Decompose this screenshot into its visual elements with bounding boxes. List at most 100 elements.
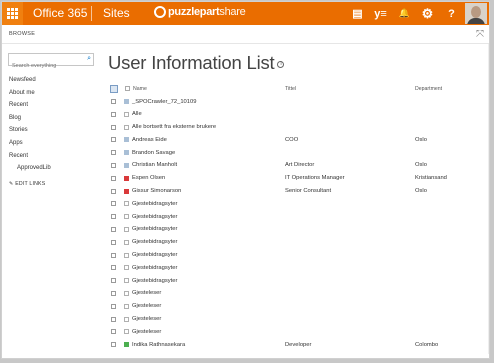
column-header-department[interactable]: Department bbox=[415, 86, 442, 92]
row-checkbox[interactable] bbox=[111, 99, 116, 104]
logo-swirl-icon bbox=[154, 6, 166, 18]
cell-name[interactable]: Brandon Savage bbox=[132, 150, 175, 156]
table-row[interactable]: Andreas Eide COO Oslo bbox=[110, 134, 489, 147]
focus-on-content-icon[interactable]: ⤧ bbox=[476, 29, 484, 40]
user-avatar[interactable] bbox=[465, 3, 487, 24]
column-header-title[interactable]: Tittel bbox=[285, 86, 296, 92]
page-title: User Information List i bbox=[108, 52, 285, 74]
sites-link[interactable]: Sites bbox=[103, 6, 130, 20]
row-checkbox[interactable] bbox=[111, 162, 116, 168]
yammer-icon[interactable]: y≡ bbox=[369, 2, 392, 25]
row-checkbox[interactable] bbox=[111, 265, 116, 271]
table-row[interactable]: Gjesteleser bbox=[110, 288, 489, 301]
table-row[interactable]: Brandon Savage bbox=[110, 147, 489, 160]
cell-name[interactable]: Alle bortsett fra eksterne brukere bbox=[132, 124, 216, 130]
cell-name[interactable]: Gjesteleser bbox=[132, 290, 161, 296]
cell-name[interactable]: Espen Olsen bbox=[132, 175, 165, 181]
cell-name[interactable]: Gjesteleser bbox=[132, 329, 161, 335]
row-checkbox[interactable] bbox=[111, 226, 116, 232]
cell-name[interactable]: Gjesteleser bbox=[132, 303, 161, 309]
nav-item-recent-2[interactable]: Recent bbox=[9, 150, 51, 163]
help-icon[interactable]: ? bbox=[440, 2, 463, 25]
table-row[interactable]: Gjestebidragsyter bbox=[110, 275, 489, 288]
row-checkbox[interactable] bbox=[111, 239, 116, 245]
row-checkbox[interactable] bbox=[111, 329, 116, 335]
row-checkbox[interactable] bbox=[111, 290, 116, 296]
search-input[interactable] bbox=[9, 60, 81, 72]
table-row[interactable]: Espen Olsen IT Operations Manager Kristian… bbox=[110, 173, 489, 186]
row-checkbox[interactable] bbox=[111, 278, 116, 284]
cell-name[interactable]: Gjestebidragsyter bbox=[132, 239, 177, 245]
table-row[interactable]: Gissur Simonarson Senior Consultant Oslo bbox=[110, 186, 489, 199]
table-row[interactable]: Gjesteleser bbox=[110, 314, 489, 327]
quick-launch: Newsfeed About me Recent Blog Stories Ap… bbox=[9, 74, 51, 175]
nav-item-approvedlib[interactable]: ApprovedLib bbox=[9, 162, 51, 175]
edit-links-button[interactable]: ✎ EDIT LINKS bbox=[9, 181, 45, 187]
table-row[interactable]: Gjestebidragsyter bbox=[110, 198, 489, 211]
row-checkbox[interactable] bbox=[111, 150, 116, 156]
cell-name[interactable]: Christian Manholt bbox=[132, 162, 177, 168]
table-row[interactable]: Christian Manholt Art Director Oslo bbox=[110, 160, 489, 173]
row-checkbox[interactable] bbox=[111, 188, 116, 194]
row-checkbox[interactable] bbox=[111, 124, 116, 130]
cell-name[interactable]: Gjestebidragsyter bbox=[132, 252, 177, 258]
user-picture-icon bbox=[124, 175, 129, 181]
row-checkbox[interactable] bbox=[111, 175, 116, 181]
tenant-logo[interactable]: puzzlepart share bbox=[154, 6, 246, 18]
cell-name[interactable]: Alle bbox=[132, 111, 142, 117]
cell-name[interactable]: Andreas Eide bbox=[132, 137, 167, 143]
row-checkbox[interactable] bbox=[111, 316, 116, 322]
cell-name[interactable]: Gjestebidragsyter bbox=[132, 201, 177, 207]
nav-item-about-me[interactable]: About me bbox=[9, 87, 51, 100]
search-icon[interactable]: ⌕ bbox=[87, 55, 91, 63]
user-picture-icon bbox=[124, 201, 129, 207]
cell-name[interactable]: Gjestebidragsyter bbox=[132, 278, 177, 284]
cell-name[interactable]: Gissur Simonarson bbox=[132, 188, 181, 194]
table-row[interactable]: _SPOCrawler_72_10109 bbox=[110, 96, 489, 109]
pencil-icon: ✎ bbox=[9, 181, 14, 187]
info-icon[interactable]: i bbox=[277, 60, 285, 68]
row-checkbox[interactable] bbox=[111, 111, 116, 117]
nav-item-stories[interactable]: Stories bbox=[9, 124, 51, 137]
table-row[interactable]: Gjestebidragsyter bbox=[110, 224, 489, 237]
row-checkbox[interactable] bbox=[111, 342, 116, 348]
row-checkbox[interactable] bbox=[111, 137, 116, 143]
table-row[interactable]: Gjestebidragsyter bbox=[110, 211, 489, 224]
nav-item-blog[interactable]: Blog bbox=[9, 112, 51, 125]
row-checkbox[interactable] bbox=[111, 303, 116, 309]
outlook-icon[interactable]: ▤ bbox=[346, 2, 369, 25]
cell-name[interactable]: _SPOCrawler_72_10109 bbox=[132, 99, 196, 105]
nav-item-recent[interactable]: Recent bbox=[9, 99, 51, 112]
search-box[interactable]: ⌕ bbox=[8, 53, 94, 72]
office365-brand[interactable]: Office 365 bbox=[33, 6, 87, 20]
cell-name[interactable]: Gjestebidragsyter bbox=[132, 214, 177, 220]
browse-tab[interactable]: BROWSE bbox=[9, 31, 35, 37]
row-checkbox[interactable] bbox=[111, 252, 116, 258]
nav-item-newsfeed[interactable]: Newsfeed bbox=[9, 74, 51, 87]
table-row[interactable]: Alle bbox=[110, 109, 489, 122]
vertical-scrollbar[interactable] bbox=[488, 44, 489, 354]
app-launcher-icon[interactable] bbox=[2, 2, 23, 25]
select-all-checkbox[interactable] bbox=[125, 86, 130, 91]
cell-name[interactable]: Gjesteleser bbox=[132, 316, 161, 322]
row-checkbox[interactable] bbox=[111, 214, 116, 220]
ribbon-bar: BROWSE ⤧ bbox=[2, 25, 489, 44]
table-row[interactable]: Gjesteleser bbox=[110, 326, 489, 339]
cell-name[interactable]: Gjestebidragsyter bbox=[132, 226, 177, 232]
user-picture-icon bbox=[124, 124, 129, 130]
cell-name[interactable]: Indika Rathnasekara bbox=[132, 342, 185, 348]
row-checkbox[interactable] bbox=[111, 201, 116, 207]
column-header-name[interactable]: Name bbox=[133, 86, 147, 92]
cell-name[interactable]: Gjestebidragsyter bbox=[132, 265, 177, 271]
table-row[interactable]: Gjestebidragsyter bbox=[110, 262, 489, 275]
table-row[interactable]: Gjestebidragsyter bbox=[110, 237, 489, 250]
nav-item-apps[interactable]: Apps bbox=[9, 137, 51, 150]
table-row[interactable]: Gjestebidragsyter bbox=[110, 250, 489, 263]
table-row[interactable]: Gjesteleser bbox=[110, 301, 489, 314]
bell-icon[interactable]: 🔔 bbox=[393, 2, 416, 25]
table-row[interactable]: Indika Rathnasekara Developer Colombo bbox=[110, 339, 489, 352]
cell-title: Art Director bbox=[285, 162, 315, 169]
table-row[interactable]: Alle bortsett fra eksterne brukere bbox=[110, 122, 489, 135]
user-picture-icon bbox=[124, 137, 129, 143]
gear-icon[interactable]: ⚙ bbox=[416, 2, 439, 25]
